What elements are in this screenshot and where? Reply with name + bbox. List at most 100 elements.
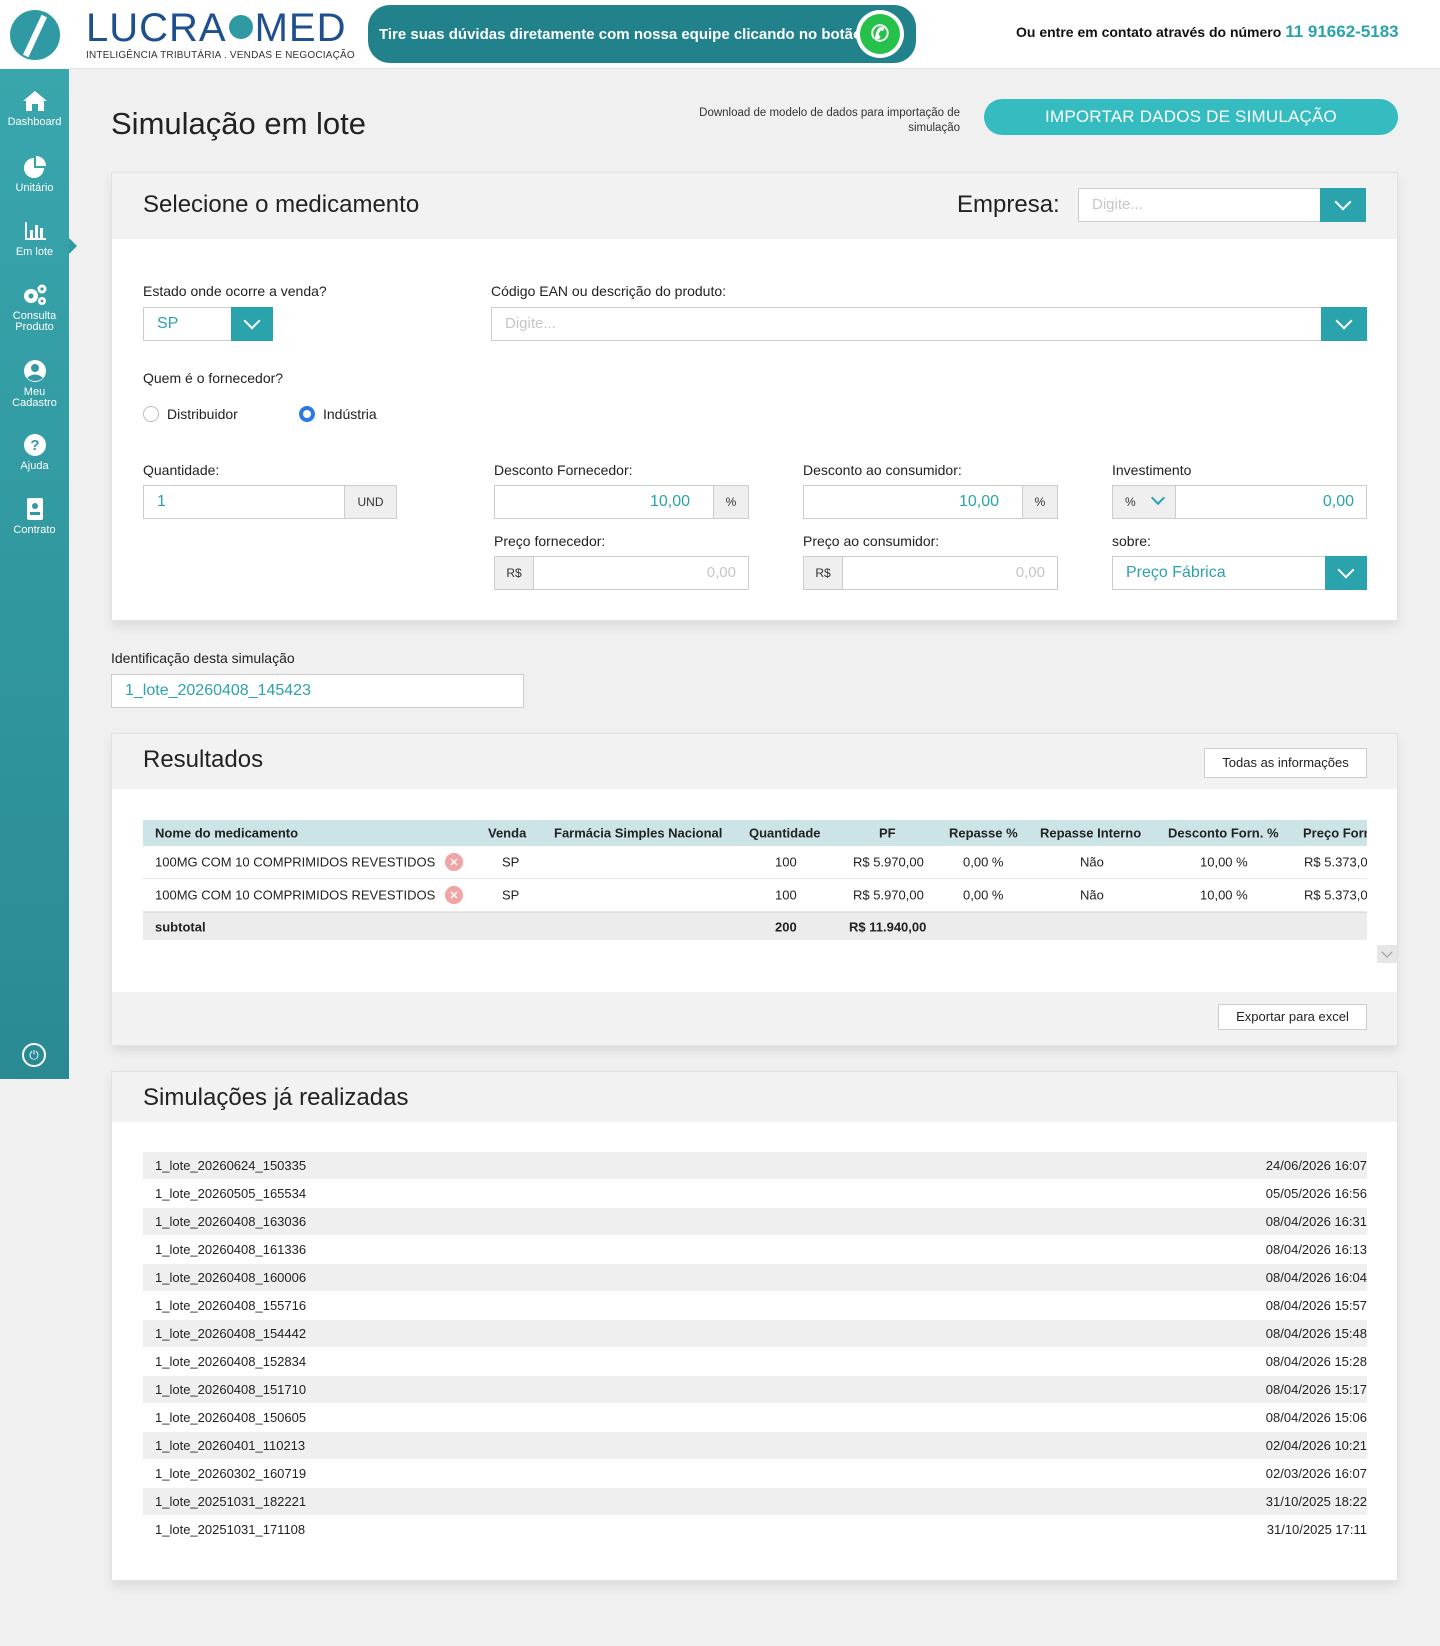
simulation-name: 1_lote_20260408_161336 — [155, 1242, 307, 1257]
list-item[interactable]: 1_lote_20260408_161336 08/04/2026 16:13 — [143, 1236, 1367, 1264]
simulation-name: 1_lote_20260408_152834 — [155, 1354, 307, 1369]
remove-row-icon[interactable]: ✕ — [445, 853, 463, 871]
chevron-down-icon[interactable] — [1320, 188, 1366, 222]
identificacao-value: 1_lote_20260408_145423 — [125, 682, 311, 699]
quantidade-value: 1 — [157, 493, 166, 510]
simulation-name: 1_lote_20260624_150335 — [155, 1158, 307, 1173]
sidebar-item-unitario[interactable]: Unitário — [0, 155, 69, 194]
list-item[interactable]: 1_lote_20260624_150335 24/06/2026 16:07 — [143, 1152, 1367, 1180]
radio-industria-label[interactable]: Indústria — [323, 406, 377, 422]
identificacao-input[interactable]: 1_lote_20260408_145423 — [111, 674, 524, 708]
list-item[interactable]: 1_lote_20260505_165534 05/05/2026 16:56 — [143, 1180, 1367, 1208]
brand-name-left: LUCRA — [86, 6, 227, 50]
list-item[interactable]: 1_lote_20260408_152834 08/04/2026 15:28 — [143, 1348, 1367, 1376]
investimento-unit: % — [1125, 495, 1136, 509]
chevron-down-icon[interactable] — [1325, 556, 1367, 590]
panel-title: Selecione o medicamento — [143, 191, 420, 218]
bar-chart-icon — [22, 219, 48, 243]
investimento-unit-select[interactable]: % — [1112, 485, 1176, 519]
desconto-consumidor-value: 10,00 — [958, 493, 999, 510]
empresa-select[interactable]: Digite... — [1078, 188, 1366, 222]
estado-select[interactable]: SP — [143, 307, 273, 341]
col-repasse: Repasse % — [949, 825, 1018, 841]
preco-consumidor-label: Preço ao consumidor: — [803, 533, 940, 549]
desconto-consumidor-input[interactable]: 10,00 % — [803, 485, 1058, 519]
import-data-button[interactable]: IMPORTAR DADOS DE SIMULAÇÃO — [984, 99, 1398, 135]
radio-industria[interactable] — [299, 406, 315, 422]
simulation-date: 05/05/2026 16:56 — [1265, 1186, 1367, 1201]
desconto-consumidor-label: Desconto ao consumidor: — [803, 462, 962, 478]
estado-value: SP — [157, 315, 179, 332]
list-item[interactable]: 1_lote_20260408_154442 08/04/2026 15:48 — [143, 1320, 1367, 1348]
sidebar-item-dashboard[interactable]: Dashboard — [0, 89, 69, 128]
chevron-down-icon[interactable] — [1321, 307, 1367, 341]
fornecedor-label: Quem é o fornecedor? — [143, 370, 284, 386]
desconto-fornecedor-input[interactable]: 10,00 % — [494, 485, 749, 519]
panel-title: Simulações já realizadas — [143, 1084, 409, 1111]
table-row: 100MG COM 10 COMPRIMIDOS REVESTIDOS ✕ SP… — [143, 879, 1367, 912]
ean-search-input[interactable]: Digite... — [491, 307, 1367, 341]
col-repasse-interno: Repasse Interno — [1040, 825, 1142, 841]
sidebar-item-contrato[interactable]: Contrato — [0, 497, 69, 536]
cell-repasse-interno: Não — [1080, 854, 1104, 870]
user-icon — [22, 359, 48, 383]
table-header: Nome do medicamento Venda Farmácia Simpl… — [143, 820, 1367, 846]
whatsapp-help-banner[interactable]: Tire suas dúvidas diretamente com nossa … — [368, 5, 916, 63]
power-logout-icon[interactable]: ⏻ — [22, 1043, 46, 1067]
brand-tagline: INTELIGÊNCIA TRIBUTÁRIA . VENDAS E NEGOC… — [86, 50, 355, 61]
cell-desconto: 10,00 % — [1200, 854, 1248, 870]
radio-distribuidor[interactable] — [143, 406, 159, 422]
download-template-link[interactable]: Download de modelo de dados para importa… — [680, 106, 960, 136]
chevron-down-icon[interactable] — [231, 307, 273, 341]
cell-repasse: 0,00 % — [963, 887, 1004, 903]
list-item[interactable]: 1_lote_20260408_151710 08/04/2026 15:17 — [143, 1376, 1367, 1404]
contact-prefix: Ou entre em contato através do número — [1016, 24, 1282, 40]
brand-name-right: MED — [254, 6, 347, 50]
desconto-fornecedor-value: 10,00 — [649, 493, 690, 510]
subtotal-row: subtotal 200 R$ 11.940,00 — [143, 912, 1367, 940]
contract-icon — [22, 497, 48, 521]
simulation-date: 08/04/2026 16:04 — [1265, 1270, 1367, 1285]
quantidade-label: Quantidade: — [143, 462, 220, 478]
list-item[interactable]: 1_lote_20260401_110213 02/04/2026 10:21 — [143, 1432, 1367, 1460]
simulation-date: 08/04/2026 15:48 — [1265, 1326, 1367, 1341]
simulation-date: 08/04/2026 15:17 — [1265, 1382, 1367, 1397]
empresa-placeholder: Digite... — [1092, 196, 1143, 213]
preco-consumidor-input[interactable]: R$ 0,00 — [803, 556, 1058, 590]
quantidade-unit: UND — [344, 485, 397, 519]
all-info-button[interactable]: Todas as informações — [1204, 748, 1367, 778]
sidebar-item-consulta-produto[interactable]: Consulta Produto — [0, 283, 69, 333]
currency-addon: R$ — [494, 556, 534, 590]
logo-mark-icon[interactable] — [0, 0, 69, 69]
col-farmacia: Farmácia Simples Nacional — [554, 825, 723, 841]
panel-title: Resultados — [143, 746, 264, 773]
quantidade-input[interactable]: 1 UND — [143, 485, 397, 519]
investimento-input[interactable]: % 0,00 — [1112, 485, 1367, 519]
sidebar-item-em-lote[interactable]: Em lote — [0, 219, 69, 258]
whatsapp-icon[interactable]: ✆ — [856, 10, 904, 58]
list-item[interactable]: 1_lote_20260302_160719 02/03/2026 16:07 — [143, 1460, 1367, 1488]
list-item[interactable]: 1_lote_20251031_182221 31/10/2025 18:22 — [143, 1488, 1367, 1516]
col-venda: Venda — [488, 825, 527, 841]
sobre-label: sobre: — [1112, 533, 1151, 549]
export-excel-button[interactable]: Exportar para excel — [1218, 1004, 1367, 1030]
list-item[interactable]: 1_lote_20260408_155716 08/04/2026 15:57 — [143, 1292, 1367, 1320]
brand-logo[interactable]: LUCRA MED INTELIGÊNCIA TRIBUTÁRIA . VENDA… — [86, 8, 355, 61]
sidebar-item-ajuda[interactable]: ? Ajuda — [0, 433, 69, 472]
sobre-select[interactable]: Preço Fábrica — [1112, 556, 1367, 590]
sidebar-item-label: Dashboard — [7, 116, 62, 128]
panel-header: Selecione o medicamento Empresa: Digite.… — [112, 173, 1397, 239]
scroll-down-icon[interactable] — [1377, 945, 1397, 963]
list-item[interactable]: 1_lote_20260408_160006 08/04/2026 16:04 — [143, 1264, 1367, 1292]
preco-fornecedor-input[interactable]: R$ 0,00 — [494, 556, 749, 590]
sidebar-item-meu-cadastro[interactable]: Meu Cadastro — [0, 359, 69, 409]
brand-pill-icon — [228, 15, 253, 40]
list-item[interactable]: 1_lote_20260408_150605 08/04/2026 15:06 — [143, 1404, 1367, 1432]
list-item[interactable]: 1_lote_20251031_171108 31/10/2025 17:11 — [143, 1516, 1367, 1544]
radio-distribuidor-label[interactable]: Distribuidor — [167, 406, 238, 422]
pie-chart-icon — [22, 155, 48, 179]
contact-phone[interactable]: 11 91662-5183 — [1285, 22, 1398, 41]
col-preco-forn: Preço Forn — [1303, 825, 1367, 841]
list-item[interactable]: 1_lote_20260408_163036 08/04/2026 16:31 — [143, 1208, 1367, 1236]
remove-row-icon[interactable]: ✕ — [445, 886, 463, 904]
